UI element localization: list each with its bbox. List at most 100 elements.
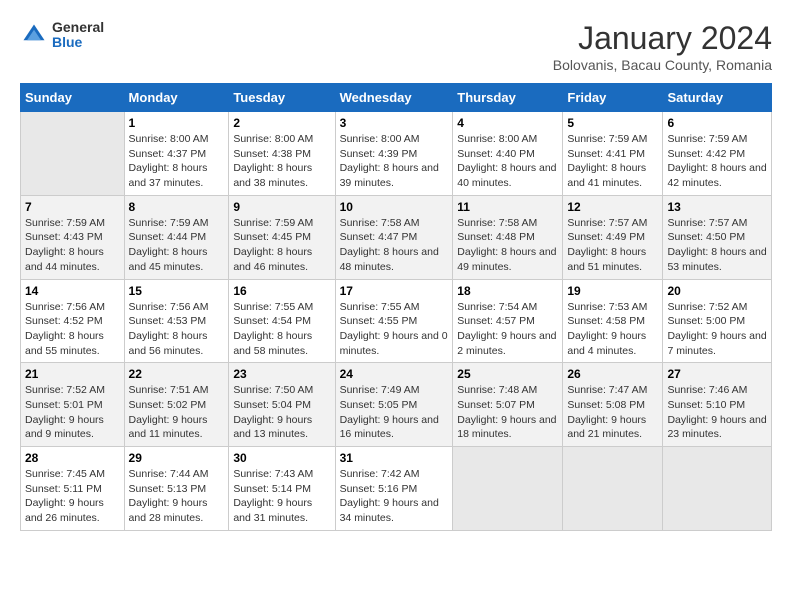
day-info: Sunrise: 7:56 AMSunset: 4:52 PMDaylight:… bbox=[25, 301, 105, 357]
day-number: 27 bbox=[667, 367, 767, 381]
day-info: Sunrise: 8:00 AMSunset: 4:40 PMDaylight:… bbox=[457, 133, 556, 189]
day-number: 6 bbox=[667, 116, 767, 130]
day-cell: 21 Sunrise: 7:52 AMSunset: 5:01 PMDaylig… bbox=[21, 363, 125, 447]
day-cell: 15 Sunrise: 7:56 AMSunset: 4:53 PMDaylig… bbox=[124, 279, 229, 363]
day-cell: 14 Sunrise: 7:56 AMSunset: 4:52 PMDaylig… bbox=[21, 279, 125, 363]
day-cell bbox=[21, 112, 125, 196]
day-info: Sunrise: 7:59 AMSunset: 4:41 PMDaylight:… bbox=[567, 133, 647, 189]
day-number: 15 bbox=[129, 284, 225, 298]
day-info: Sunrise: 7:47 AMSunset: 5:08 PMDaylight:… bbox=[567, 384, 647, 440]
day-cell: 10 Sunrise: 7:58 AMSunset: 4:47 PMDaylig… bbox=[335, 195, 453, 279]
day-cell: 27 Sunrise: 7:46 AMSunset: 5:10 PMDaylig… bbox=[663, 363, 772, 447]
day-number: 14 bbox=[25, 284, 120, 298]
day-cell: 26 Sunrise: 7:47 AMSunset: 5:08 PMDaylig… bbox=[563, 363, 663, 447]
day-info: Sunrise: 7:48 AMSunset: 5:07 PMDaylight:… bbox=[457, 384, 556, 440]
header: General Blue January 2024 Bolovanis, Bac… bbox=[20, 20, 772, 73]
day-info: Sunrise: 7:59 AMSunset: 4:44 PMDaylight:… bbox=[129, 217, 209, 273]
day-cell: 5 Sunrise: 7:59 AMSunset: 4:41 PMDayligh… bbox=[563, 112, 663, 196]
page: General Blue January 2024 Bolovanis, Bac… bbox=[0, 0, 792, 541]
week-row-1: 7 Sunrise: 7:59 AMSunset: 4:43 PMDayligh… bbox=[21, 195, 772, 279]
th-friday: Friday bbox=[563, 84, 663, 112]
day-info: Sunrise: 7:53 AMSunset: 4:58 PMDaylight:… bbox=[567, 301, 647, 357]
day-number: 22 bbox=[129, 367, 225, 381]
day-info: Sunrise: 7:51 AMSunset: 5:02 PMDaylight:… bbox=[129, 384, 209, 440]
day-info: Sunrise: 7:49 AMSunset: 5:05 PMDaylight:… bbox=[340, 384, 439, 440]
day-info: Sunrise: 7:56 AMSunset: 4:53 PMDaylight:… bbox=[129, 301, 209, 357]
day-cell: 29 Sunrise: 7:44 AMSunset: 5:13 PMDaylig… bbox=[124, 447, 229, 531]
day-info: Sunrise: 7:57 AMSunset: 4:50 PMDaylight:… bbox=[667, 217, 766, 273]
day-cell: 1 Sunrise: 8:00 AMSunset: 4:37 PMDayligh… bbox=[124, 112, 229, 196]
day-cell: 22 Sunrise: 7:51 AMSunset: 5:02 PMDaylig… bbox=[124, 363, 229, 447]
day-number: 29 bbox=[129, 451, 225, 465]
logo-blue-text: Blue bbox=[52, 35, 104, 50]
day-info: Sunrise: 7:55 AMSunset: 4:54 PMDaylight:… bbox=[233, 301, 313, 357]
day-cell: 8 Sunrise: 7:59 AMSunset: 4:44 PMDayligh… bbox=[124, 195, 229, 279]
day-number: 24 bbox=[340, 367, 449, 381]
subtitle: Bolovanis, Bacau County, Romania bbox=[553, 57, 772, 73]
th-saturday: Saturday bbox=[663, 84, 772, 112]
day-number: 5 bbox=[567, 116, 658, 130]
day-number: 3 bbox=[340, 116, 449, 130]
day-cell: 31 Sunrise: 7:42 AMSunset: 5:16 PMDaylig… bbox=[335, 447, 453, 531]
day-number: 18 bbox=[457, 284, 558, 298]
logo-icon bbox=[20, 21, 48, 49]
main-title: January 2024 bbox=[553, 20, 772, 57]
day-cell: 24 Sunrise: 7:49 AMSunset: 5:05 PMDaylig… bbox=[335, 363, 453, 447]
day-number: 30 bbox=[233, 451, 330, 465]
day-number: 11 bbox=[457, 200, 558, 214]
day-info: Sunrise: 7:44 AMSunset: 5:13 PMDaylight:… bbox=[129, 468, 209, 524]
day-cell bbox=[663, 447, 772, 531]
day-info: Sunrise: 7:46 AMSunset: 5:10 PMDaylight:… bbox=[667, 384, 766, 440]
day-number: 10 bbox=[340, 200, 449, 214]
day-cell: 25 Sunrise: 7:48 AMSunset: 5:07 PMDaylig… bbox=[453, 363, 563, 447]
logo-text: General Blue bbox=[52, 20, 104, 51]
day-info: Sunrise: 8:00 AMSunset: 4:39 PMDaylight:… bbox=[340, 133, 439, 189]
day-number: 12 bbox=[567, 200, 658, 214]
th-sunday: Sunday bbox=[21, 84, 125, 112]
day-number: 28 bbox=[25, 451, 120, 465]
day-number: 31 bbox=[340, 451, 449, 465]
day-number: 2 bbox=[233, 116, 330, 130]
week-row-4: 28 Sunrise: 7:45 AMSunset: 5:11 PMDaylig… bbox=[21, 447, 772, 531]
day-info: Sunrise: 7:59 AMSunset: 4:42 PMDaylight:… bbox=[667, 133, 766, 189]
week-row-0: 1 Sunrise: 8:00 AMSunset: 4:37 PMDayligh… bbox=[21, 112, 772, 196]
day-number: 19 bbox=[567, 284, 658, 298]
day-info: Sunrise: 7:58 AMSunset: 4:48 PMDaylight:… bbox=[457, 217, 556, 273]
th-tuesday: Tuesday bbox=[229, 84, 335, 112]
th-wednesday: Wednesday bbox=[335, 84, 453, 112]
day-cell: 7 Sunrise: 7:59 AMSunset: 4:43 PMDayligh… bbox=[21, 195, 125, 279]
day-number: 8 bbox=[129, 200, 225, 214]
day-info: Sunrise: 7:59 AMSunset: 4:45 PMDaylight:… bbox=[233, 217, 313, 273]
day-number: 7 bbox=[25, 200, 120, 214]
day-cell: 17 Sunrise: 7:55 AMSunset: 4:55 PMDaylig… bbox=[335, 279, 453, 363]
week-row-3: 21 Sunrise: 7:52 AMSunset: 5:01 PMDaylig… bbox=[21, 363, 772, 447]
day-cell: 6 Sunrise: 7:59 AMSunset: 4:42 PMDayligh… bbox=[663, 112, 772, 196]
day-info: Sunrise: 7:59 AMSunset: 4:43 PMDaylight:… bbox=[25, 217, 105, 273]
day-cell: 2 Sunrise: 8:00 AMSunset: 4:38 PMDayligh… bbox=[229, 112, 335, 196]
day-number: 21 bbox=[25, 367, 120, 381]
day-number: 1 bbox=[129, 116, 225, 130]
day-info: Sunrise: 7:57 AMSunset: 4:49 PMDaylight:… bbox=[567, 217, 647, 273]
day-info: Sunrise: 7:42 AMSunset: 5:16 PMDaylight:… bbox=[340, 468, 439, 524]
day-number: 9 bbox=[233, 200, 330, 214]
day-number: 16 bbox=[233, 284, 330, 298]
day-info: Sunrise: 7:45 AMSunset: 5:11 PMDaylight:… bbox=[25, 468, 105, 524]
day-cell: 28 Sunrise: 7:45 AMSunset: 5:11 PMDaylig… bbox=[21, 447, 125, 531]
day-info: Sunrise: 8:00 AMSunset: 4:37 PMDaylight:… bbox=[129, 133, 209, 189]
day-cell: 30 Sunrise: 7:43 AMSunset: 5:14 PMDaylig… bbox=[229, 447, 335, 531]
day-info: Sunrise: 7:52 AMSunset: 5:00 PMDaylight:… bbox=[667, 301, 766, 357]
header-row: Sunday Monday Tuesday Wednesday Thursday… bbox=[21, 84, 772, 112]
day-cell: 3 Sunrise: 8:00 AMSunset: 4:39 PMDayligh… bbox=[335, 112, 453, 196]
day-number: 20 bbox=[667, 284, 767, 298]
logo: General Blue bbox=[20, 20, 104, 51]
th-monday: Monday bbox=[124, 84, 229, 112]
day-number: 25 bbox=[457, 367, 558, 381]
day-cell: 11 Sunrise: 7:58 AMSunset: 4:48 PMDaylig… bbox=[453, 195, 563, 279]
day-cell bbox=[563, 447, 663, 531]
title-block: January 2024 Bolovanis, Bacau County, Ro… bbox=[553, 20, 772, 73]
day-info: Sunrise: 7:55 AMSunset: 4:55 PMDaylight:… bbox=[340, 301, 448, 357]
day-cell: 13 Sunrise: 7:57 AMSunset: 4:50 PMDaylig… bbox=[663, 195, 772, 279]
day-number: 4 bbox=[457, 116, 558, 130]
calendar-table: Sunday Monday Tuesday Wednesday Thursday… bbox=[20, 83, 772, 531]
day-cell: 20 Sunrise: 7:52 AMSunset: 5:00 PMDaylig… bbox=[663, 279, 772, 363]
